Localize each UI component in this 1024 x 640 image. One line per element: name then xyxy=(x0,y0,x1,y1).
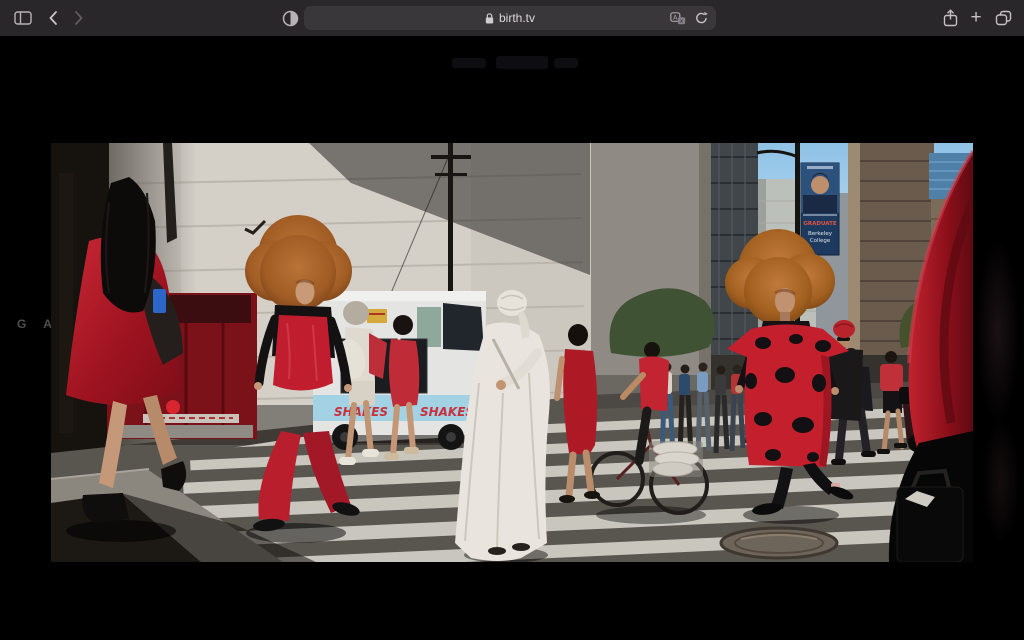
page-appearance-button[interactable] xyxy=(278,0,302,36)
tab-overview-button[interactable] xyxy=(990,0,1016,36)
tabs-icon xyxy=(995,10,1012,26)
address-bar[interactable]: birth.tv A x xyxy=(304,6,716,30)
back-button[interactable] xyxy=(42,0,64,36)
chevron-left-icon xyxy=(48,10,58,26)
share-button[interactable] xyxy=(938,0,962,36)
chevron-right-icon xyxy=(74,10,84,26)
url-text: birth.tv xyxy=(485,11,535,25)
faint-logo-mark xyxy=(452,52,582,74)
browser-toolbar: birth.tv A x + xyxy=(0,0,1024,36)
page-canvas: G A xyxy=(0,36,1024,640)
truck-sign-right: SHAKES xyxy=(420,405,474,419)
billboard-text-berkeley: Berkeley xyxy=(808,231,833,237)
manhole-cover xyxy=(721,528,837,558)
share-icon xyxy=(943,9,958,27)
next-slide-shadow xyxy=(976,236,1020,426)
sidebar-icon xyxy=(14,11,32,25)
gallery-photo[interactable]: GRADUATE Berkeley College xyxy=(51,143,973,562)
lock-icon xyxy=(485,13,494,24)
forward-button[interactable] xyxy=(68,0,90,36)
new-tab-button[interactable]: + xyxy=(964,0,988,36)
translate-icon[interactable]: A x xyxy=(670,12,686,25)
red-turban xyxy=(833,320,855,338)
reload-icon[interactable] xyxy=(695,11,708,25)
svg-text:A: A xyxy=(673,13,678,21)
url-label: birth.tv xyxy=(499,11,535,25)
contrast-icon xyxy=(282,10,299,27)
sidebar-toggle-button[interactable] xyxy=(10,0,36,36)
billboard-text-graduate: GRADUATE xyxy=(803,221,836,227)
next-slide-shadow-lower xyxy=(982,416,1020,546)
truck-sign-left: SHAKES xyxy=(334,405,388,419)
billboard-text-college: College xyxy=(810,238,831,244)
street-scene: GRADUATE Berkeley College xyxy=(51,143,973,562)
